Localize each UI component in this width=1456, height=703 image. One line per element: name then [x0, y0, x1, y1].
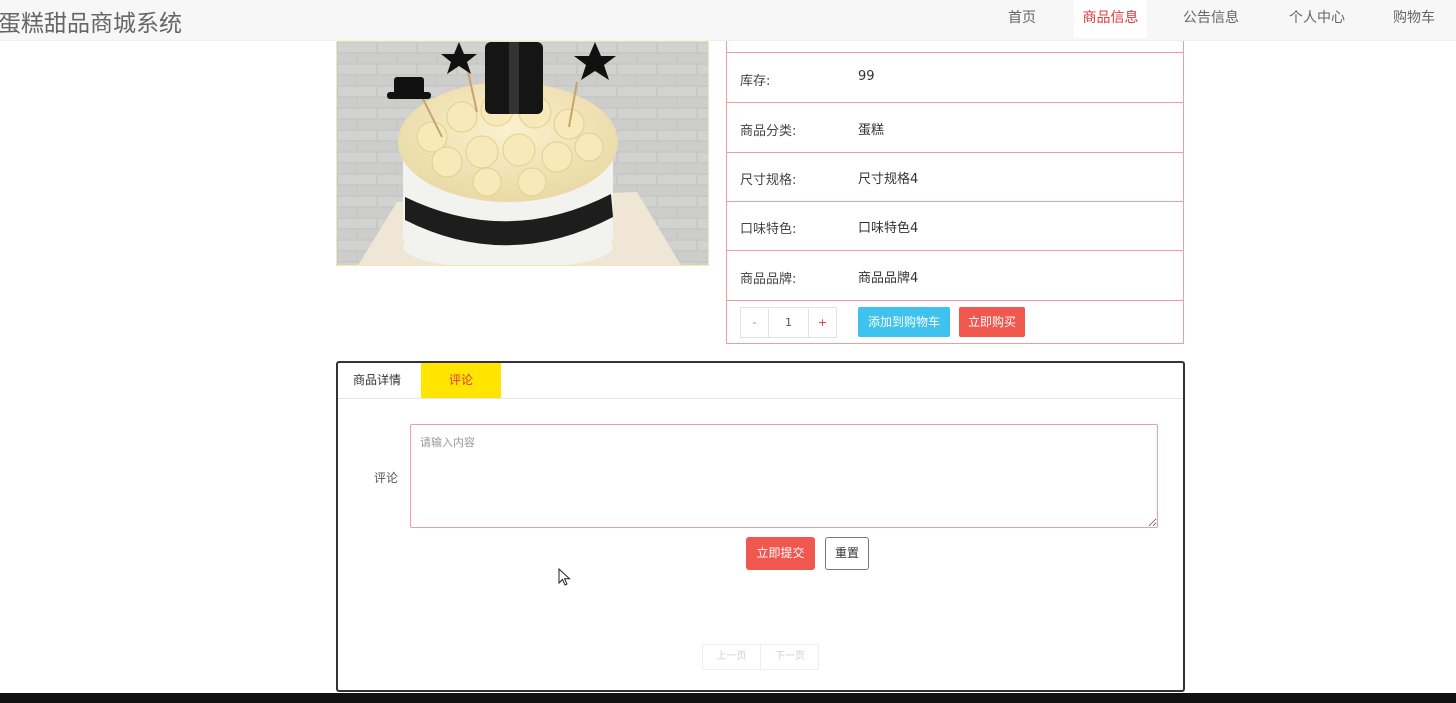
pagination: 上一页 下一页: [702, 644, 819, 670]
info-row-size: 尺寸规格: 尺寸规格4: [727, 153, 1183, 202]
stock-value: 99: [858, 69, 875, 84]
info-row-actions: - 1 + 添加到购物车 立即购买: [727, 301, 1183, 344]
info-row-brand: 商品品牌: 商品品牌4: [727, 251, 1183, 301]
stock-label: 库存:: [740, 74, 771, 89]
bottom-bar: [0, 693, 1456, 703]
flavor-value: 口味特色4: [858, 221, 919, 236]
nav-cart[interactable]: 购物车: [1384, 0, 1444, 38]
quantity-value[interactable]: 1: [769, 308, 808, 337]
cake-photo-icon: [337, 42, 708, 265]
comment-label: 评论: [374, 471, 399, 485]
info-row-flavor: 口味特色: 口味特色4: [727, 202, 1183, 251]
reset-button[interactable]: 重置: [825, 537, 869, 570]
nav-notices[interactable]: 公告信息: [1173, 0, 1249, 38]
size-label: 尺寸规格:: [740, 173, 797, 188]
product-info-table: 库存: 99 商品分类: 蛋糕 尺寸规格: 尺寸规格4 口味特色: 口味特色4 …: [726, 41, 1184, 344]
site-title[interactable]: 蛋糕甜品商城系统: [0, 4, 182, 38]
nav-user-center[interactable]: 个人中心: [1279, 0, 1355, 38]
info-row-top: [727, 41, 1183, 53]
tab-bar: 商品详情 评论: [338, 363, 1183, 399]
nav-home[interactable]: 首页: [990, 0, 1054, 38]
nav-products[interactable]: 商品信息: [1074, 0, 1147, 38]
comment-input[interactable]: [410, 424, 1158, 528]
brand-value: 商品品牌4: [858, 271, 919, 286]
next-page-button[interactable]: 下一页: [761, 645, 819, 669]
quantity-plus-button[interactable]: +: [808, 308, 836, 337]
category-value: 蛋糕: [858, 123, 885, 138]
brand-label: 商品品牌:: [740, 272, 797, 287]
tab-comment[interactable]: 评论: [421, 363, 501, 398]
prev-page-button[interactable]: 上一页: [703, 645, 761, 669]
mouse-cursor-icon: [558, 568, 571, 586]
top-navbar: 蛋糕甜品商城系统 首页 商品信息 公告信息 个人中心 购物车: [0, 0, 1456, 41]
product-image: [336, 41, 709, 266]
quantity-minus-button[interactable]: -: [741, 308, 769, 337]
tab-product-detail[interactable]: 商品详情: [340, 363, 414, 398]
submit-button[interactable]: 立即提交: [746, 537, 815, 570]
flavor-label: 口味特色:: [740, 222, 797, 237]
category-label: 商品分类:: [740, 124, 797, 139]
tab-panel: 商品详情 评论 评论 立即提交 重置 上一页 下一页: [336, 361, 1185, 692]
size-value: 尺寸规格4: [858, 172, 919, 187]
info-row-stock: 库存: 99: [727, 53, 1183, 103]
info-row-category: 商品分类: 蛋糕: [727, 103, 1183, 153]
buy-now-button[interactable]: 立即购买: [959, 307, 1025, 337]
quantity-stepper: - 1 +: [740, 307, 837, 338]
add-to-cart-button[interactable]: 添加到购物车: [858, 307, 950, 337]
